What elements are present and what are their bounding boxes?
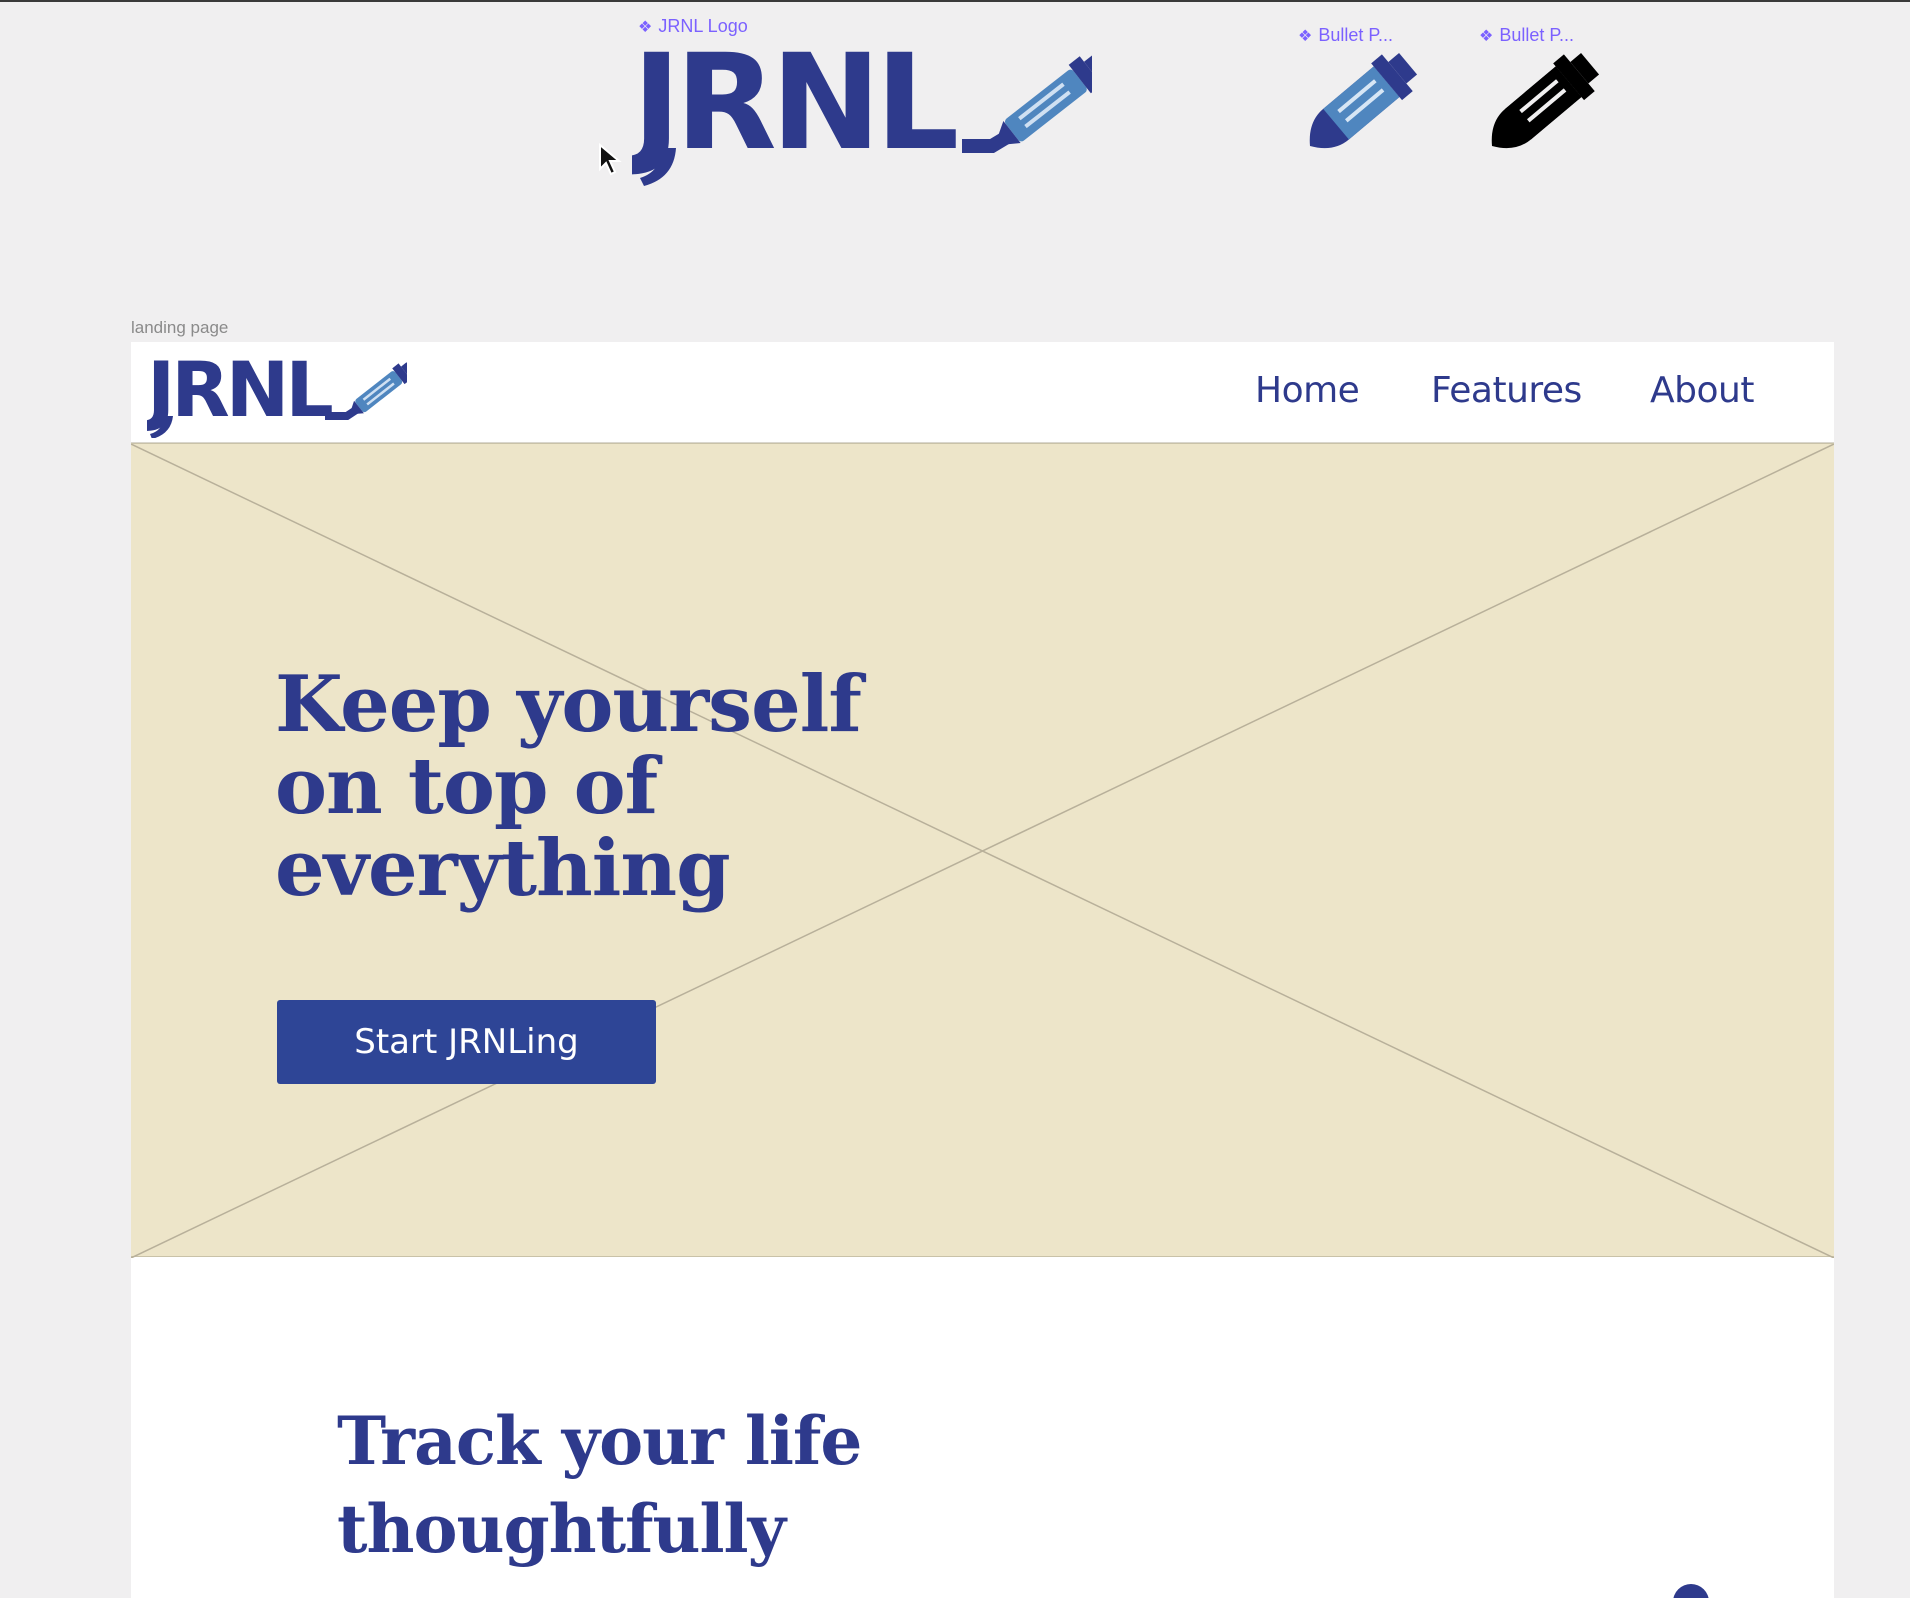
nav-link-about[interactable]: About (1650, 370, 1754, 411)
hero-title-line: everything (275, 823, 731, 914)
logo-wordmark: JRNL (632, 36, 956, 180)
bullet-pen-blue-icon[interactable] (1290, 48, 1420, 158)
decorative-shape (1673, 1584, 1709, 1598)
section-title: Track your life thoughtfully (337, 1397, 957, 1573)
bullet-pen-black-icon[interactable] (1472, 48, 1602, 158)
component-icon: ❖ (638, 18, 653, 36)
section-title-line: Track your life (337, 1402, 862, 1480)
nav-logo-wordmark: JRNL (147, 352, 332, 434)
hero-title-line: on top of (275, 741, 658, 832)
nav-link-features[interactable]: Features (1431, 370, 1582, 411)
hero-title: Keep yourself on top of everything (275, 664, 915, 910)
landing-page-frame[interactable]: JRNL Home Features About Keep yourself o… (131, 342, 1834, 1598)
section-title-line: thoughtfully (337, 1490, 786, 1568)
nav-link-home[interactable]: Home (1255, 370, 1360, 411)
component-icon: ❖ (1298, 27, 1313, 45)
window-top-border (0, 0, 1910, 2)
component-label-bullet-pen-black[interactable]: ❖ Bullet P... (1479, 25, 1574, 46)
navbar: JRNL Home Features About (131, 342, 1834, 443)
component-icon: ❖ (1479, 27, 1494, 45)
mouse-cursor-icon (599, 143, 622, 176)
start-jrnling-button[interactable]: Start JRNLing (277, 1000, 656, 1084)
hero-title-line: Keep yourself (275, 659, 862, 750)
component-label-jrnl-logo[interactable]: ❖ JRNL Logo (638, 16, 748, 37)
nav-logo[interactable]: JRNL (147, 352, 407, 438)
component-label-bullet-pen-blue[interactable]: ❖ Bullet P... (1298, 25, 1393, 46)
frame-label[interactable]: landing page (131, 318, 228, 338)
jrnl-logo-component[interactable]: JRNL (632, 36, 1092, 186)
hero-section: Keep yourself on top of everything Start… (131, 443, 1834, 1258)
